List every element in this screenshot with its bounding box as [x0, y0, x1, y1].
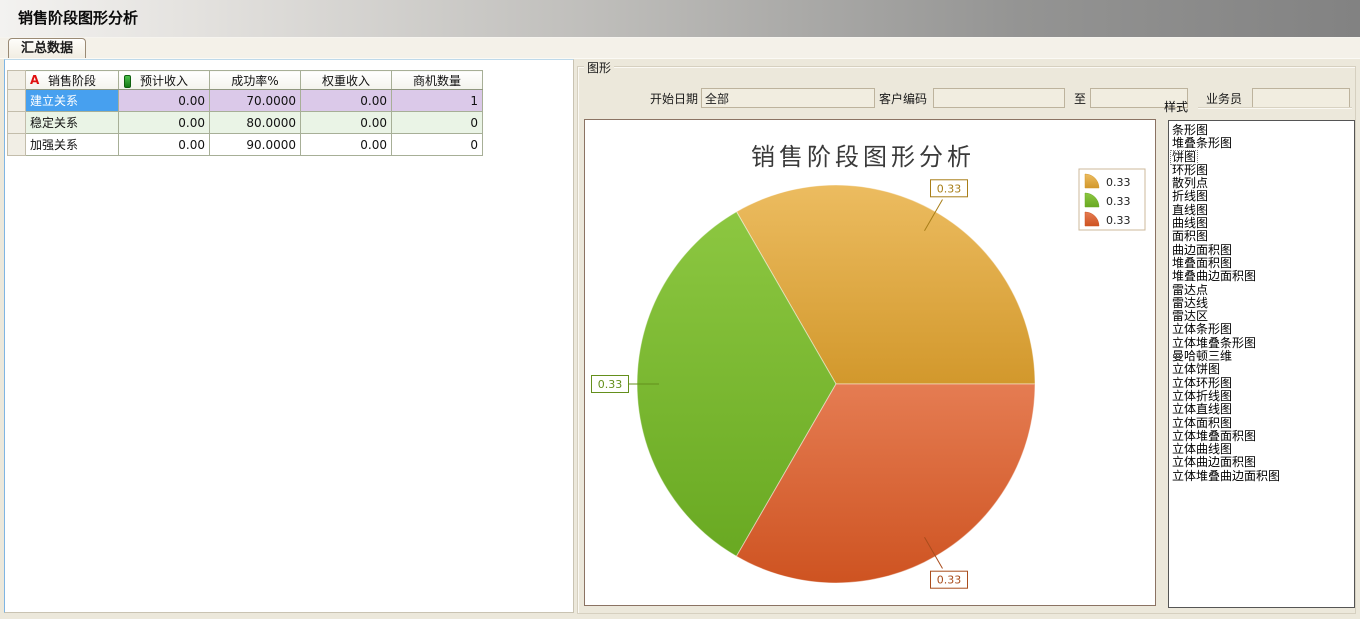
style-list-item[interactable]: 堆叠面积图: [1171, 257, 1233, 270]
to-label: 至: [1070, 89, 1086, 109]
style-list-item[interactable]: 折线图: [1171, 190, 1209, 203]
cell-success: 80.0000: [210, 112, 301, 134]
style-group-label: 样式: [1164, 98, 1188, 115]
column-marker-bar-icon: [124, 75, 131, 88]
row-selector[interactable]: [8, 90, 26, 112]
cell-expected: 0.00: [119, 112, 210, 134]
row-selector[interactable]: [8, 134, 26, 156]
chart-title: 销售阶段图形分析: [751, 143, 975, 171]
salesman-label: 业务员: [1192, 89, 1242, 109]
style-list-item[interactable]: 立体直线图: [1171, 403, 1233, 416]
cell-stage: 建立关系: [26, 90, 119, 112]
customer-code-input[interactable]: [933, 88, 1065, 108]
start-date-label: 开始日期: [646, 89, 698, 109]
graph-group-label: 图形: [584, 59, 614, 76]
customer-code-label: 客户编码: [875, 89, 927, 109]
style-list-item[interactable]: 面积图: [1171, 230, 1209, 243]
cell-stage: 稳定关系: [26, 112, 119, 134]
style-list-item[interactable]: 立体面积图: [1171, 417, 1233, 430]
legend-label: 0.33: [1106, 214, 1131, 227]
style-list-item[interactable]: 堆叠条形图: [1171, 137, 1233, 150]
slice-label: 0.33: [937, 574, 962, 587]
page-title: 销售阶段图形分析: [0, 0, 1360, 36]
slice-label: 0.33: [937, 182, 962, 195]
style-list-item[interactable]: 立体条形图: [1171, 323, 1233, 336]
cell-stage: 加强关系: [26, 134, 119, 156]
style-list-item[interactable]: 雷达线: [1171, 297, 1209, 310]
style-list: 条形图堆叠条形图饼图环形图散列点折线图直线图曲线图面积图曲边面积图堆叠面积图堆叠…: [1168, 120, 1355, 608]
style-list-item[interactable]: 曲边面积图: [1171, 244, 1233, 257]
column-header-expected-income[interactable]: 预计收入: [119, 71, 210, 90]
style-list-item[interactable]: 立体曲边面积图: [1171, 456, 1257, 469]
column-header-success-rate[interactable]: 成功率%: [210, 71, 301, 90]
style-list-item[interactable]: 条形图: [1171, 124, 1209, 137]
column-header-weighted-income[interactable]: 权重收入: [301, 71, 392, 90]
graph-groupbox: 图形 开始日期 客户编码 至 业务员 0.330.330.33销售阶段图形分析0…: [577, 66, 1356, 614]
window-titlebar: 销售阶段图形分析: [0, 0, 1360, 38]
tab-label: 汇总数据: [21, 41, 73, 56]
style-group-border: [1198, 107, 1352, 109]
style-list-item[interactable]: 直线图: [1171, 204, 1209, 217]
cell-success: 90.0000: [210, 134, 301, 156]
sales-stage-table: A 销售阶段 预计收入 成功率% 权重收入 商机数量 建立关系 0.00 70.…: [7, 70, 483, 156]
cell-success: 70.0000: [210, 90, 301, 112]
tab-strip: 汇总数据: [0, 38, 1360, 59]
slice-label: 0.33: [598, 378, 623, 391]
cell-count: 0: [392, 134, 483, 156]
chart-svg: 0.33 0.33 0.33 销售阶段图形分析 0.33 0.33 0.33: [585, 120, 1155, 605]
chart-box: 0.33 0.33 0.33 销售阶段图形分析 0.33 0.33 0.33: [584, 119, 1156, 606]
style-list-item[interactable]: 曲线图: [1171, 217, 1209, 230]
cell-weighted: 0.00: [301, 112, 392, 134]
row-selector-header: [8, 71, 26, 90]
cell-count: 1: [392, 90, 483, 112]
table-panel: A 销售阶段 预计收入 成功率% 权重收入 商机数量 建立关系 0.00 70.…: [4, 59, 574, 613]
start-date-input[interactable]: [701, 88, 875, 108]
style-list-item[interactable]: 立体堆叠曲边面积图: [1171, 470, 1281, 483]
table-row-selected[interactable]: 建立关系 0.00 70.0000 0.00 1: [8, 90, 483, 112]
cell-weighted: 0.00: [301, 134, 392, 156]
table-row[interactable]: 加强关系 0.00 90.0000 0.00 0: [8, 134, 483, 156]
legend-label: 0.33: [1106, 176, 1131, 189]
cell-expected: 0.00: [119, 134, 210, 156]
style-list-item[interactable]: 立体堆叠条形图: [1171, 337, 1257, 350]
table-header-row: A 销售阶段 预计收入 成功率% 权重收入 商机数量: [8, 71, 483, 90]
column-marker-a-icon: A: [30, 73, 39, 87]
style-list-item[interactable]: 雷达点: [1171, 284, 1209, 297]
salesman-input[interactable]: [1252, 88, 1350, 108]
column-header-opportunity-count[interactable]: 商机数量: [392, 71, 483, 90]
legend-label: 0.33: [1106, 195, 1131, 208]
table-row[interactable]: 稳定关系 0.00 80.0000 0.00 0: [8, 112, 483, 134]
tab-summary-data[interactable]: 汇总数据: [8, 38, 86, 58]
column-header-stage[interactable]: A 销售阶段: [26, 71, 119, 90]
style-list-item[interactable]: 饼图: [1171, 151, 1197, 164]
style-list-item[interactable]: 堆叠曲边面积图: [1171, 270, 1257, 283]
style-list-item[interactable]: 立体饼图: [1171, 363, 1221, 376]
cell-count: 0: [392, 112, 483, 134]
cell-expected: 0.00: [119, 90, 210, 112]
row-selector[interactable]: [8, 112, 26, 134]
style-list-item[interactable]: 立体环形图: [1171, 377, 1233, 390]
cell-weighted: 0.00: [301, 90, 392, 112]
